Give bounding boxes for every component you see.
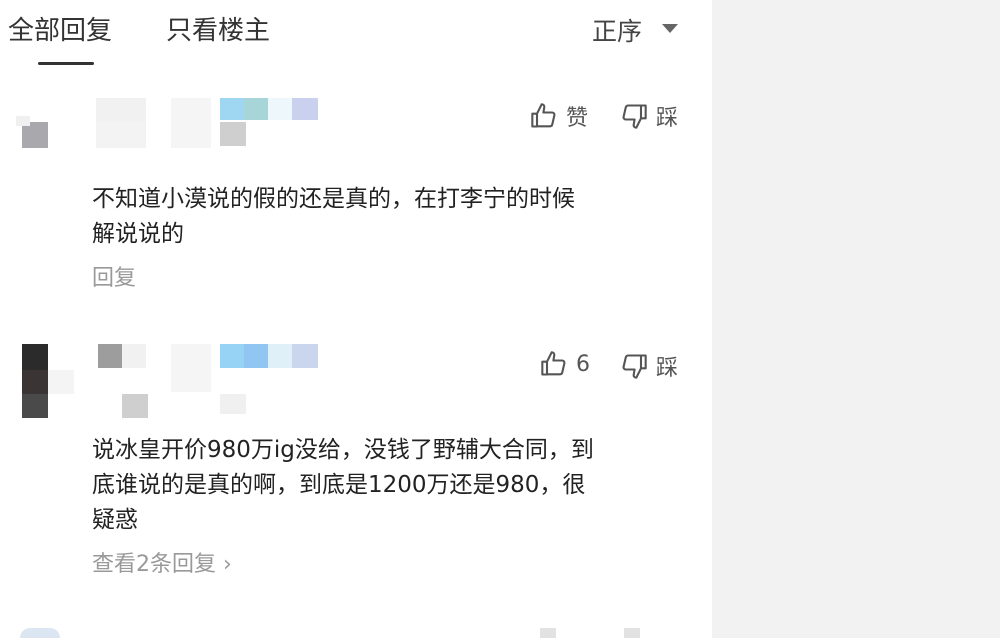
avatar[interactable] — [22, 344, 74, 420]
dislike-label: 踩 — [656, 356, 679, 381]
tab-all-replies[interactable]: 全部回复 — [8, 10, 112, 47]
dislike-button[interactable]: 踩 — [620, 100, 678, 132]
username-blurred[interactable] — [96, 344, 326, 420]
thumbs-up-icon — [541, 351, 566, 376]
dislike-button[interactable]: 踩 — [620, 350, 678, 382]
comment-text-line: 解说说的 — [92, 221, 184, 247]
next-comment-peek — [624, 628, 640, 638]
like-button[interactable]: 6 — [540, 350, 590, 378]
comment-text: 不知道小漠说的假的还是真的，在打李宁的时候 解说说的 — [92, 182, 692, 252]
like-count: 6 — [576, 351, 590, 377]
tab-owner-only[interactable]: 只看楼主 — [166, 10, 270, 47]
thumbs-down-icon — [622, 104, 647, 129]
dislike-label: 踩 — [656, 106, 679, 131]
comment-text-line: 不知道小漠说的假的还是真的，在打李宁的时候 — [92, 186, 575, 212]
like-button[interactable]: 赞 — [530, 100, 588, 132]
view-replies-link[interactable]: 查看2条回复 › — [92, 546, 232, 578]
next-comment-peek — [540, 628, 556, 638]
thumbs-up-icon — [531, 103, 556, 128]
comment-text-line: 底谁说的是真的啊，到底是1200万还是980，很 — [92, 472, 586, 498]
thumbs-down-icon — [622, 354, 647, 379]
like-label: 赞 — [566, 106, 589, 131]
avatar[interactable] — [16, 116, 50, 150]
sort-button[interactable]: 正序 — [592, 12, 642, 48]
active-tab-indicator — [38, 62, 94, 65]
comment-text-line: 疑惑 — [92, 507, 138, 533]
comment-text: 说冰皇开价980万ig没给，没钱了野辅大合同，到 底谁说的是真的啊，到底是120… — [92, 433, 692, 538]
tab-bar: 全部回复 只看楼主 正序 — [0, 0, 712, 70]
reply-button[interactable]: 回复 — [92, 260, 136, 292]
caret-down-icon[interactable] — [662, 24, 678, 33]
username-blurred[interactable] — [96, 98, 326, 150]
comment-text-line: 说冰皇开价980万ig没给，没钱了野辅大合同，到 — [92, 437, 594, 463]
next-comment-peek — [20, 628, 60, 638]
comment-panel: 全部回复 只看楼主 正序 赞 踩 不知道小漠说的假的还是真的，在打李宁的时候 解… — [0, 0, 712, 638]
